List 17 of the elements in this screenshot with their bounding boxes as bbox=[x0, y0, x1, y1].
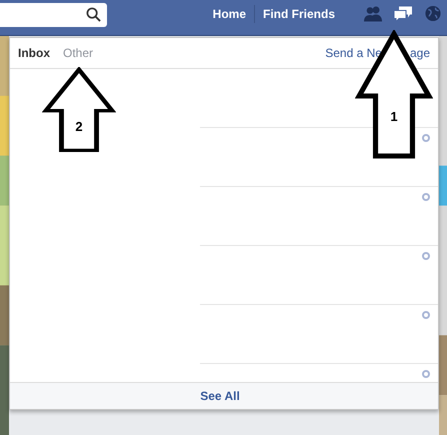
read-indicator-icon[interactable] bbox=[422, 311, 430, 319]
read-indicator-icon[interactable] bbox=[422, 370, 430, 378]
new-message-link[interactable]: age bbox=[410, 46, 430, 60]
chat-icon[interactable] bbox=[393, 5, 413, 22]
read-indicator-icon[interactable] bbox=[422, 193, 430, 201]
tab[interactable]: Inbox bbox=[18, 46, 50, 60]
read-indicator-icon[interactable] bbox=[422, 134, 430, 142]
globe-icon[interactable] bbox=[423, 5, 443, 22]
read-indicator-icon[interactable] bbox=[422, 252, 430, 260]
nav-link[interactable]: Find Friends bbox=[255, 6, 343, 20]
search-field[interactable] bbox=[0, 2, 107, 26]
see-all-link[interactable]: See All bbox=[200, 389, 240, 403]
friends-icon[interactable] bbox=[363, 5, 383, 22]
nav-link[interactable]: Home bbox=[204, 6, 254, 20]
annotation-number: 1 bbox=[390, 109, 398, 124]
annotation-number: 2 bbox=[75, 119, 83, 134]
search-icon bbox=[86, 7, 101, 22]
